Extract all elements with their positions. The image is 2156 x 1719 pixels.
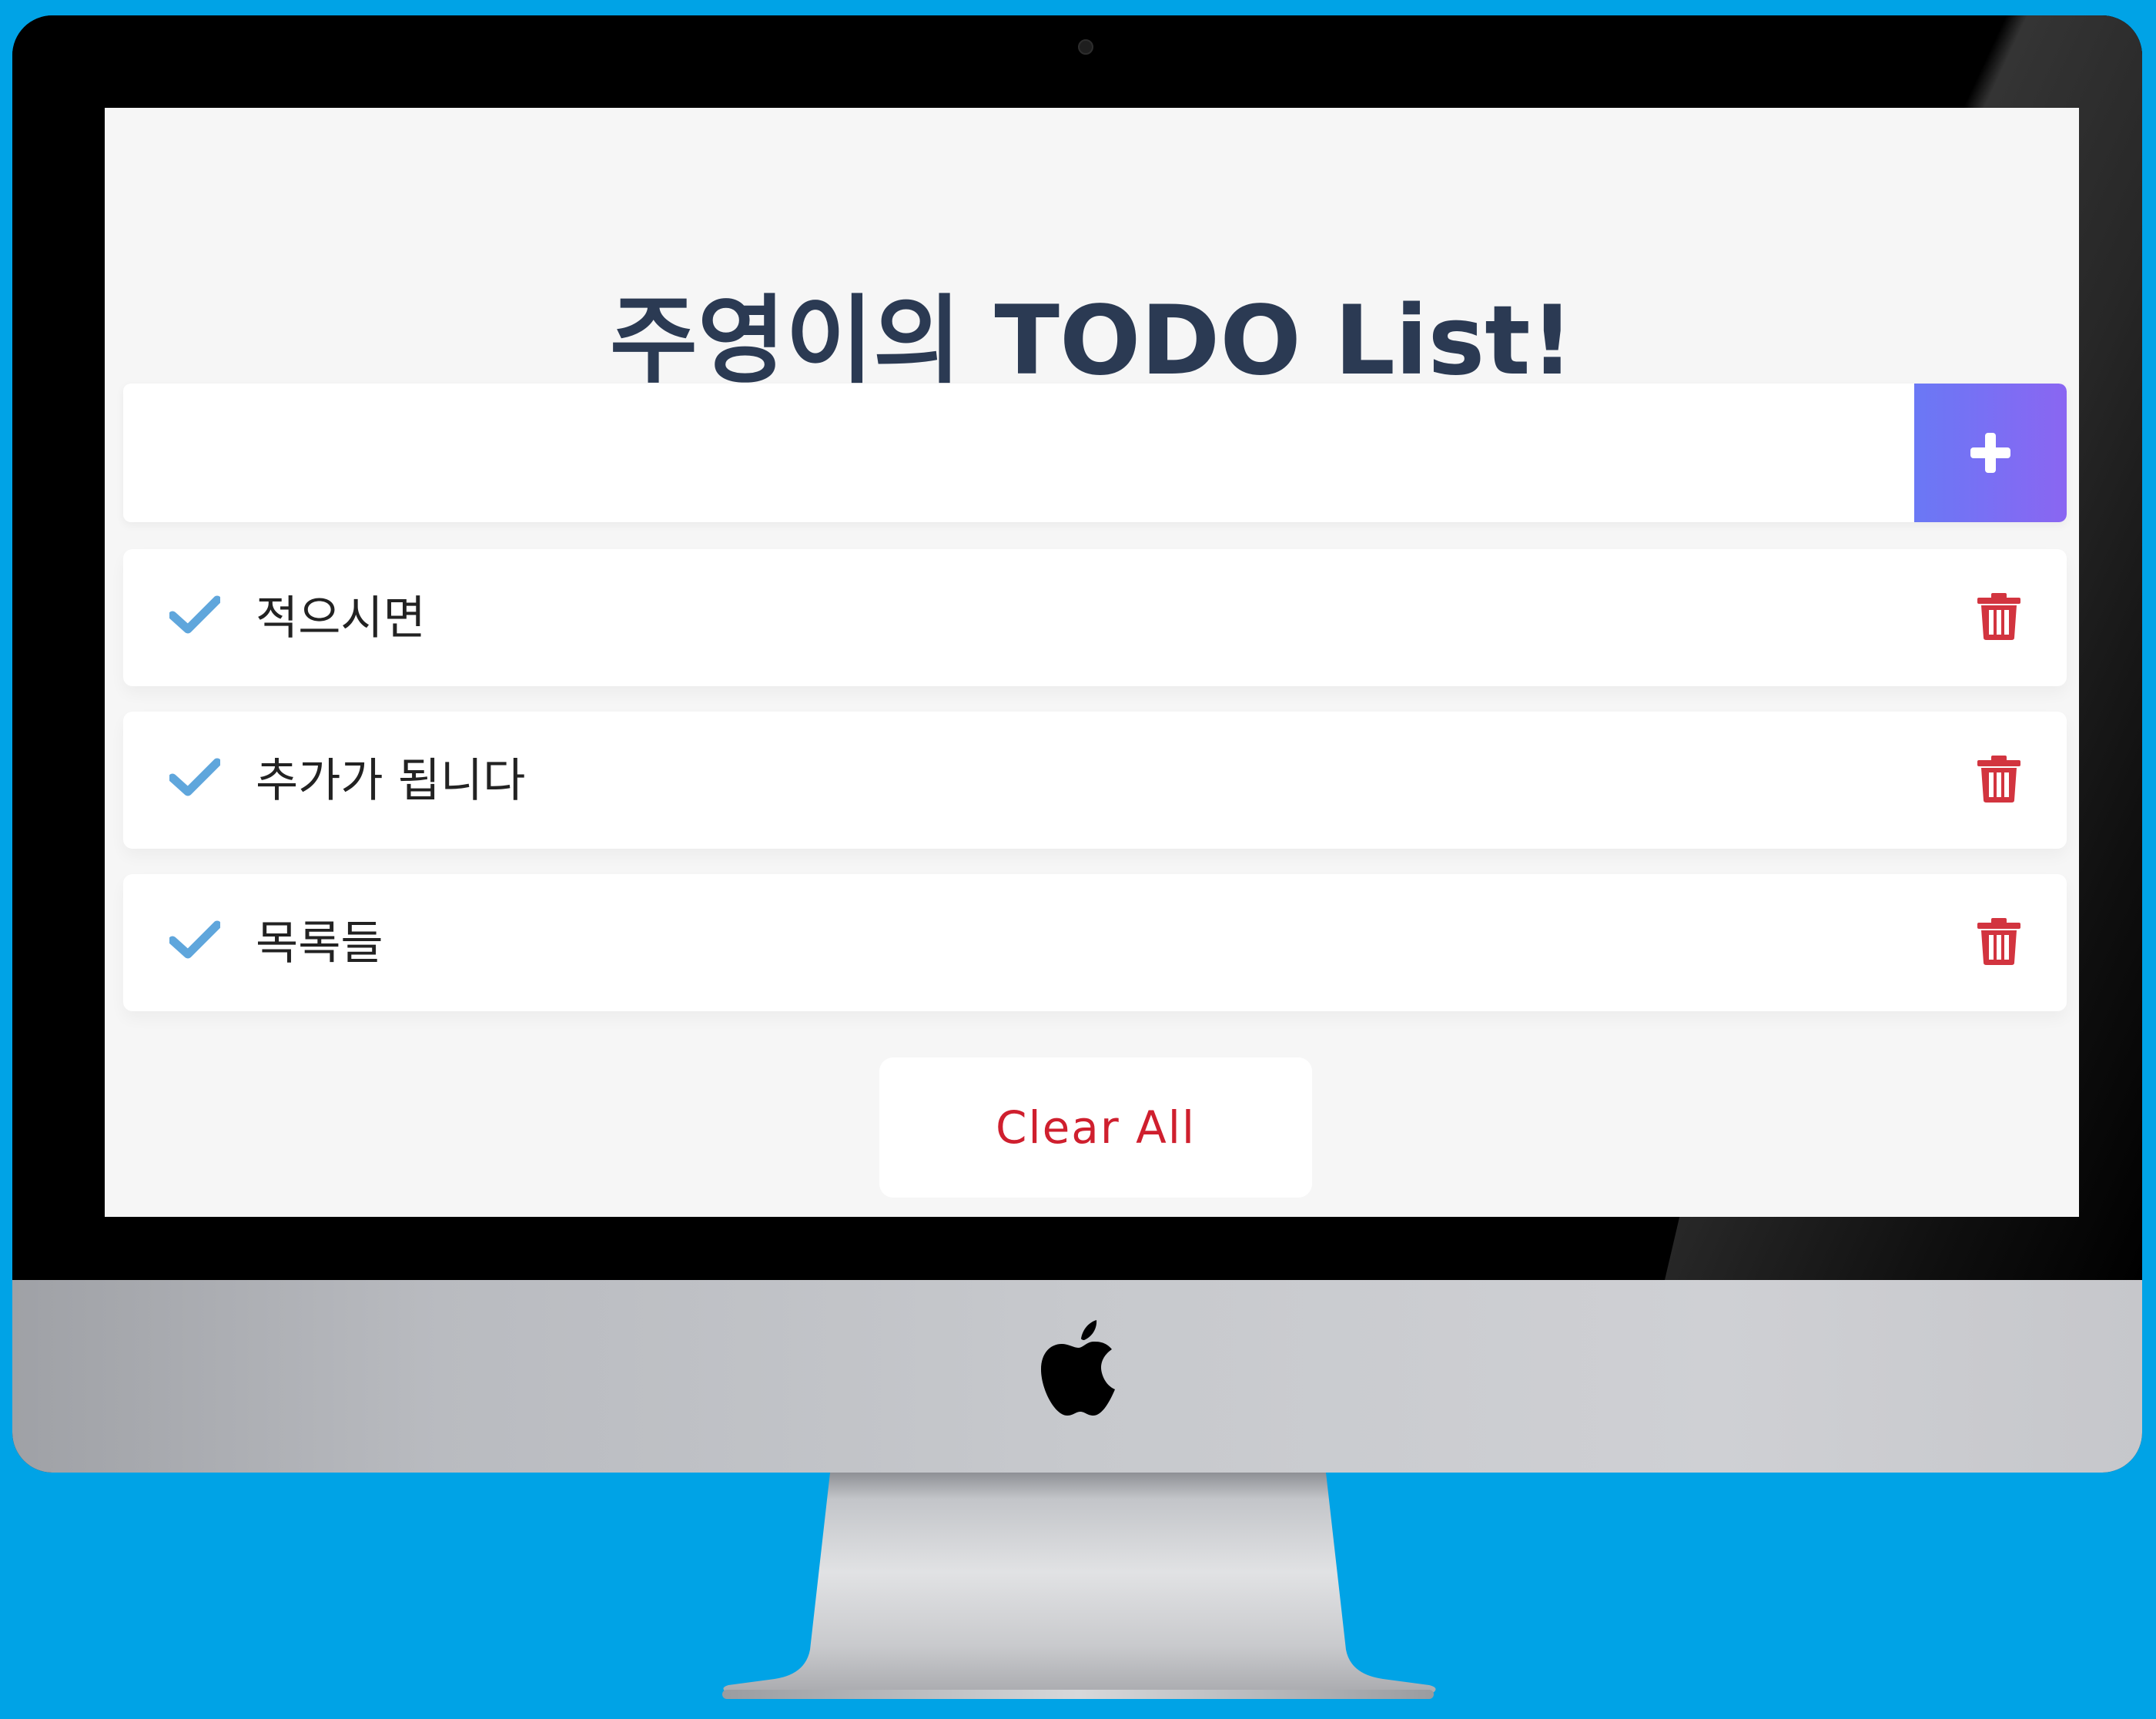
trash-icon[interactable]: [1976, 591, 2022, 641]
trash-icon[interactable]: [1976, 916, 2022, 966]
page-title: 주영이의 TODO List!: [609, 286, 1575, 397]
imac-monitor: 주영이의 TODO List! 적으시면 추가가 됩니다 목록들 Clear A…: [12, 15, 2142, 1473]
todo-input-row: [123, 384, 2067, 522]
monitor-stand: [722, 1473, 1436, 1699]
todo-text: 추가가 됩니다: [256, 754, 526, 808]
check-icon[interactable]: [169, 595, 220, 634]
check-icon[interactable]: [169, 758, 220, 796]
check-icon[interactable]: [169, 920, 220, 959]
todo-input[interactable]: [123, 384, 1914, 522]
todo-item: 적으시면: [123, 549, 2067, 686]
app-screen: 주영이의 TODO List! 적으시면 추가가 됩니다 목록들 Clear A…: [105, 108, 2079, 1217]
add-todo-button[interactable]: [1914, 384, 2067, 522]
todo-list: 적으시면 추가가 됩니다 목록들: [123, 549, 2067, 1037]
trash-icon[interactable]: [1976, 754, 2022, 803]
todo-item: 목록들: [123, 874, 2067, 1011]
todo-item: 추가가 됩니다: [123, 712, 2067, 849]
apple-logo-icon: [1041, 1320, 1115, 1416]
todo-text: 목록들: [256, 916, 383, 970]
plus-icon: [1970, 433, 2010, 473]
todo-text: 적으시면: [256, 591, 426, 645]
clear-all-button[interactable]: Clear All: [879, 1057, 1312, 1198]
camera-icon: [1078, 39, 1093, 55]
